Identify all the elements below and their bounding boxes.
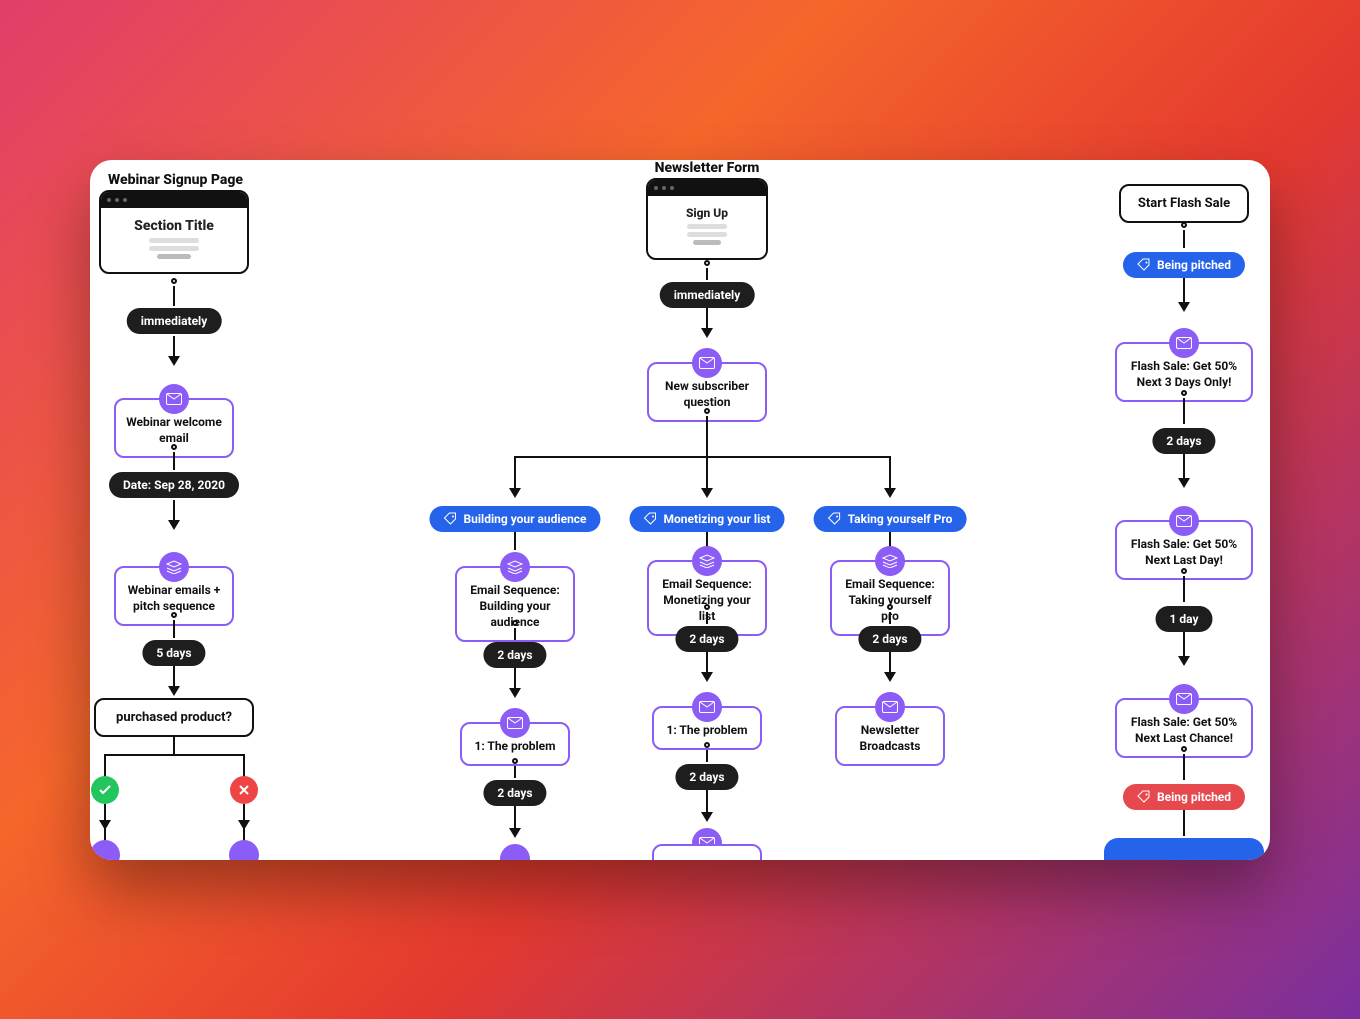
delay-pill-2days-b1[interactable]: 2 days (483, 642, 546, 668)
mail-icon (500, 844, 530, 860)
tag-label: Building your audience (463, 512, 586, 526)
browser-titlebar (648, 180, 766, 196)
delay-pill-immediately-a[interactable]: immediately (127, 308, 222, 334)
stack-icon (500, 552, 530, 582)
email-node-label: Flash Sale: Get 50% Next 3 Days Only! (1131, 359, 1237, 389)
mail-icon (159, 384, 189, 414)
tag-label: Being pitched (1157, 790, 1231, 804)
email-node-label: Flash Sale: Get 50% Next Last Day! (1131, 537, 1237, 567)
sequence-node-label: Webinar emails + pitch sequence (128, 583, 221, 613)
email-node-label: Webinar welcome email (126, 415, 222, 445)
tag-pill-building[interactable]: Building your audience (429, 506, 600, 532)
mail-icon (692, 692, 722, 722)
browser-body: Sign Up (648, 196, 766, 258)
flow-canvas[interactable]: Webinar Signup Page Section Title immedi… (90, 160, 1270, 860)
stack-icon (159, 552, 189, 582)
delay-pill-2days-c1[interactable]: 2 days (675, 626, 738, 652)
browser-body: Section Title (101, 208, 247, 272)
email-node-label: Newsletter Broadcasts (860, 723, 921, 753)
tag-pill-peek[interactable] (1104, 838, 1264, 860)
delay-pill-2days-d[interactable]: 2 days (858, 626, 921, 652)
email-node-label: 1: The problem (474, 739, 555, 753)
mail-icon (1169, 506, 1199, 536)
no-icon (230, 776, 258, 804)
tag-pill-pro[interactable]: Taking yourself Pro (814, 506, 967, 532)
email-node-label: Flash Sale: Get 50% Next Last Chance! (1131, 715, 1237, 745)
mail-icon (229, 840, 259, 860)
mail-icon (1169, 684, 1199, 714)
delay-pill-5days[interactable]: 5 days (142, 640, 205, 666)
signup-title: Sign Up (656, 206, 758, 220)
delay-pill-immediately-c[interactable]: immediately (660, 282, 755, 308)
tag-label: Being pitched (1157, 258, 1231, 272)
yes-icon (91, 776, 119, 804)
email-node-c-next[interactable] (652, 844, 762, 860)
email-node-label: New subscriber question (665, 379, 749, 409)
section-title: Section Title (109, 218, 239, 234)
diagram-card: Webinar Signup Page Section Title immedi… (90, 160, 1270, 860)
delay-pill-2days-e[interactable]: 2 days (1152, 428, 1215, 454)
tag-label: Taking yourself Pro (848, 512, 953, 526)
delay-pill-1day-e[interactable]: 1 day (1156, 606, 1213, 632)
mail-icon (1169, 328, 1199, 358)
condition-node-purchased[interactable]: purchased product? (94, 698, 254, 737)
tag-pill-being-pitched-2[interactable]: Being pitched (1123, 784, 1245, 810)
tag-icon (828, 512, 842, 526)
tag-icon (443, 512, 457, 526)
date-pill[interactable]: Date: Sep 28, 2020 (109, 472, 239, 498)
tag-icon (1137, 790, 1151, 804)
delay-pill-2days-c2[interactable]: 2 days (675, 764, 738, 790)
browser-mock-newsletter[interactable]: Sign Up (646, 178, 768, 260)
label-newsletter-form: Newsletter Form (655, 160, 760, 176)
email-node-newsletter-broadcast[interactable]: Newsletter Broadcasts (835, 706, 945, 766)
stack-icon (875, 546, 905, 576)
stack-icon (692, 546, 722, 576)
delay-pill-2days-b2[interactable]: 2 days (483, 780, 546, 806)
mail-icon (692, 348, 722, 378)
mail-icon (90, 840, 120, 860)
tag-icon (644, 512, 658, 526)
tag-pill-monetizing[interactable]: Monetizing your list (630, 506, 785, 532)
mail-icon (500, 708, 530, 738)
browser-titlebar (101, 192, 247, 208)
email-node-label: 1: The problem (666, 723, 747, 737)
label-webinar-signup: Webinar Signup Page (108, 172, 243, 188)
tag-icon (1137, 258, 1151, 272)
mail-icon (875, 692, 905, 722)
tag-pill-being-pitched-1[interactable]: Being pitched (1123, 252, 1245, 278)
browser-mock-webinar[interactable]: Section Title (99, 190, 249, 274)
start-node-flash-sale[interactable]: Start Flash Sale (1119, 184, 1249, 223)
tag-label: Monetizing your list (664, 512, 771, 526)
